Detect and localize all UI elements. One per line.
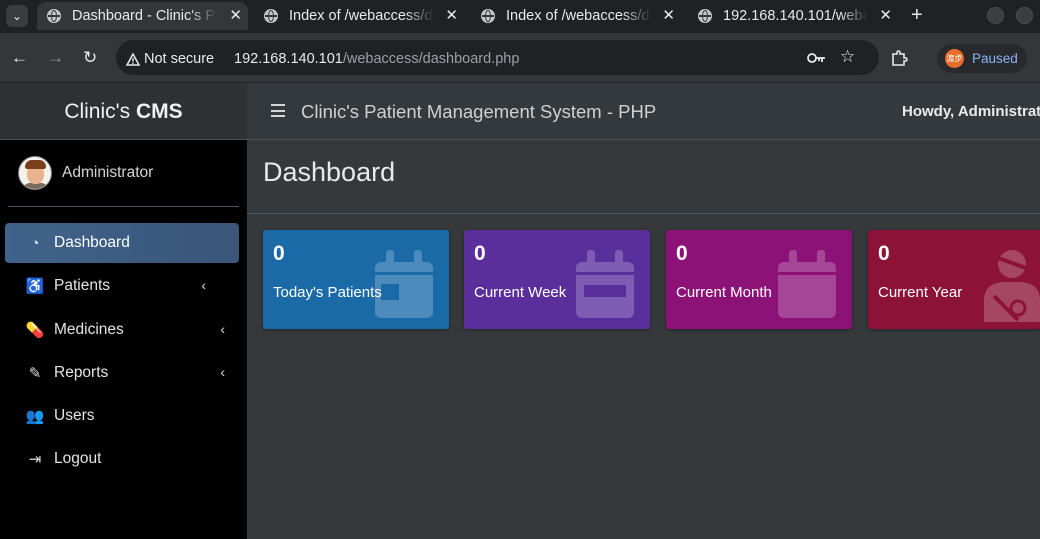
brand-logo[interactable]: Clinic's CMS	[0, 83, 247, 140]
globe-icon	[264, 9, 278, 23]
extensions-puzzle-icon[interactable]	[891, 50, 908, 67]
sidebar-item-label: Patients	[54, 277, 111, 295]
stat-value: 0	[474, 242, 486, 265]
back-arrow-icon[interactable]: ←	[11, 48, 28, 68]
stat-label: Current Week	[474, 284, 567, 301]
url-path: /webaccess/dashboard.php	[342, 51, 520, 67]
pills-icon: 💊	[25, 321, 45, 339]
stat-label: Current Month	[676, 284, 772, 301]
reload-icon[interactable]: ↻	[83, 48, 97, 68]
close-tab-icon[interactable]: ✕	[662, 6, 675, 24]
system-title[interactable]: Clinic's Patient Management System - PHP	[301, 101, 656, 123]
stat-box-current-month[interactable]: 0 Current Month	[666, 230, 852, 329]
security-label: Not secure	[144, 51, 215, 67]
chevron-left-icon: ‹	[220, 320, 225, 337]
avatar	[18, 156, 52, 190]
stat-value: 0	[676, 242, 688, 265]
sidebar-item-users[interactable]: 👥 Users	[5, 396, 239, 436]
user-name: Administrator	[62, 164, 154, 181]
password-key-icon[interactable]	[807, 52, 826, 64]
calendar-week-icon	[576, 250, 634, 318]
profile-button[interactable]: 渡步 Paused	[937, 44, 1027, 73]
chevron-left-icon: ‹	[220, 363, 225, 380]
users-icon: 👥	[25, 408, 45, 426]
stat-box-current-week[interactable]: 0 Current Week	[464, 230, 650, 329]
sidebar-menu: ◔ Dashboard ♿ Patients ‹ 💊 Medicines ‹ ✎…	[5, 223, 239, 483]
stat-label: Current Year	[878, 284, 963, 301]
sidebar-item-label: Dashboard	[54, 234, 130, 251]
calendar-day-icon	[375, 250, 433, 318]
url-text[interactable]: 192.168.140.101/webaccess/dashboard.php	[234, 51, 519, 67]
profile-status: Paused	[972, 51, 1018, 66]
sidebar-item-label: Medicines	[54, 320, 124, 338]
globe-icon	[47, 9, 61, 23]
tab-title: Dashboard - Clinic's P	[72, 8, 215, 24]
sidebar-item-dashboard[interactable]: ◔ Dashboard	[5, 223, 239, 263]
sidebar-item-logout[interactable]: ⇥ Logout	[5, 439, 239, 479]
tab-title: Index of /webaccess/d	[289, 8, 433, 24]
user-panel[interactable]: Administrator	[18, 156, 153, 190]
profile-avatar: 渡步	[945, 49, 964, 68]
chevron-left-icon: ‹	[201, 277, 206, 294]
close-tab-icon[interactable]: ✕	[879, 6, 892, 24]
sidebar-item-medicines[interactable]: 💊 Medicines ‹	[5, 310, 239, 350]
globe-icon	[698, 9, 712, 23]
stat-value: 0	[273, 242, 285, 265]
tachometer-icon: ◔	[30, 234, 40, 252]
brand-name: Clinic's	[64, 100, 131, 123]
sign-out-icon: ⇥	[28, 451, 42, 469]
page-title: Dashboard	[263, 157, 396, 187]
url-host: 192.168.140.101	[234, 51, 343, 67]
hamburger-menu-icon[interactable]	[271, 104, 285, 121]
tab-index-2[interactable]: Index of /webaccess/d ✕	[471, 2, 681, 30]
stat-value: 0	[878, 242, 890, 265]
user-greeting[interactable]: Howdy, Administrat	[902, 103, 1040, 120]
browser-toolbar: ← → ↻ Not secure 192.168.140.101/webacce…	[0, 33, 1040, 83]
close-tab-icon[interactable]: ✕	[229, 6, 242, 24]
brand-name-bold: CMS	[136, 100, 183, 123]
patient-icon: ♿	[25, 278, 45, 296]
browser-tab-strip: ⌄ Dashboard - Clinic's P ✕ Index of /web…	[0, 0, 1040, 33]
tab-title: Index of /webaccess/d	[506, 8, 650, 24]
globe-icon	[481, 9, 495, 23]
forward-arrow-icon[interactable]: →	[47, 48, 64, 68]
security-indicator[interactable]: Not secure	[126, 51, 214, 67]
user-injured-icon	[984, 250, 1040, 322]
stat-box-current-year[interactable]: 0 Current Year	[868, 230, 1040, 329]
tab-search-chevron-icon[interactable]: ⌄	[6, 5, 28, 27]
tab-title: 192.168.140.101/weba	[723, 8, 868, 24]
warning-triangle-icon	[126, 52, 140, 66]
sidebar-item-patients[interactable]: ♿ Patients ‹	[5, 266, 239, 306]
close-tab-icon[interactable]: ✕	[445, 6, 458, 24]
sidebar-item-label: Users	[54, 407, 95, 425]
divider	[8, 206, 239, 207]
tab-ip[interactable]: 192.168.140.101/weba ✕	[688, 2, 898, 30]
minimize-button[interactable]	[987, 7, 1004, 24]
stat-label: Today's Patients	[273, 284, 382, 301]
tab-index-1[interactable]: Index of /webaccess/d ✕	[254, 2, 464, 30]
maximize-button[interactable]	[1016, 7, 1033, 24]
sidebar: Clinic's CMS Administrator ◔ Dashboard ♿…	[0, 83, 247, 539]
content-header: Dashboard	[247, 140, 1040, 214]
sidebar-item-reports[interactable]: ✎ Reports ‹	[5, 353, 239, 393]
bookmark-star-icon[interactable]: ☆	[840, 47, 855, 67]
calendar-icon	[778, 250, 836, 318]
tab-dashboard[interactable]: Dashboard - Clinic's P ✕	[37, 2, 248, 30]
sidebar-item-label: Logout	[54, 450, 102, 468]
stat-box-today-patients[interactable]: 0 Today's Patients	[263, 230, 449, 329]
new-tab-button[interactable]: +	[911, 4, 923, 27]
edit-icon: ✎	[28, 364, 42, 382]
top-navbar: Clinic's Patient Management System - PHP…	[247, 83, 1040, 140]
sidebar-item-label: Reports	[54, 363, 109, 381]
